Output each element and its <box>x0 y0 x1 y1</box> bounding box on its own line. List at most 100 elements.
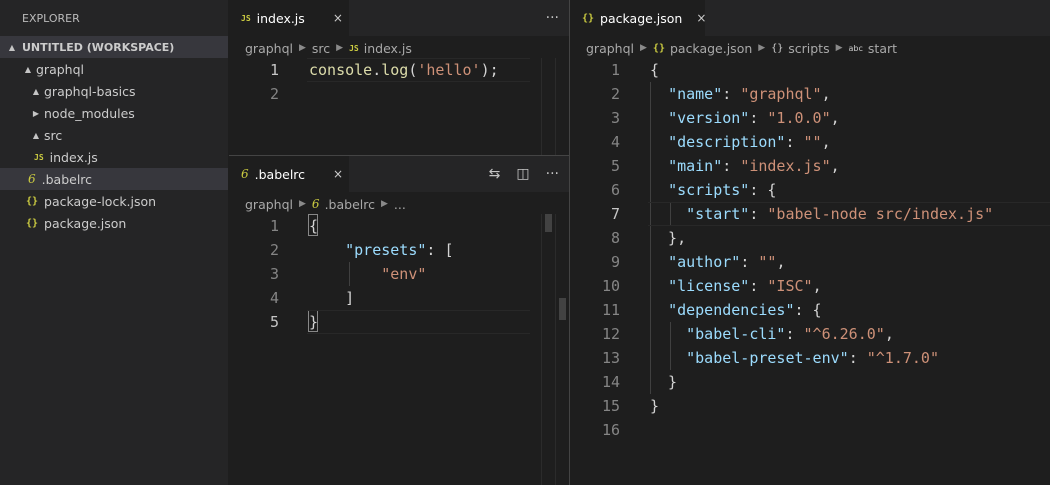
tree-item-node-modules[interactable]: ▶ node_modules <box>0 102 228 124</box>
breadcrumb-item[interactable]: graphql <box>245 41 293 56</box>
code-line[interactable]: 15} <box>570 394 1050 418</box>
code-editor[interactable]: 1 console.log('hello'); 2 <box>229 58 539 106</box>
js-file-icon: JS <box>349 43 359 53</box>
code-line[interactable]: 2 <box>229 82 539 106</box>
code-line[interactable]: 3 "env" <box>229 262 539 286</box>
breadcrumb-item[interactable]: .babelrc <box>325 197 375 212</box>
code-line[interactable]: 13 "babel-preset-env": "^1.7.0" <box>570 346 1050 370</box>
code-text: "scripts": { <box>650 178 776 202</box>
code-token: , <box>830 157 840 175</box>
split-editor-icon[interactable]: ◫ <box>516 166 529 182</box>
tree-item-label: package.json <box>44 215 127 231</box>
code-text: "author": "", <box>650 250 785 274</box>
code-line[interactable]: 11 "dependencies": { <box>570 298 1050 322</box>
code-token: "dependencies" <box>668 301 795 319</box>
chevron-down-icon: ▲ <box>32 130 40 140</box>
tab-babelrc[interactable]: 6 .babelrc × <box>229 156 349 192</box>
scrollbar-thumb[interactable] <box>545 214 552 232</box>
code-line[interactable]: 1 console.log('hello'); <box>229 58 539 82</box>
breadcrumb-item[interactable]: ... <box>394 197 406 212</box>
code-editor[interactable]: 1{2 "name": "graphql", 3 "version": "1.0.… <box>570 58 1050 442</box>
explorer-sidebar: EXPLORER ▲ UNTITLED (WORKSPACE) ▲ graphq… <box>0 0 228 485</box>
breadcrumb-item[interactable]: graphql <box>245 197 293 212</box>
code-text: "version": "1.0.0", <box>650 106 840 130</box>
code-editor[interactable]: 1{2 "presets": [3 "env" 4 ] 5} <box>229 214 539 334</box>
close-icon[interactable]: × <box>333 11 343 25</box>
tree-item-package-lock-json[interactable]: {} package-lock.json <box>0 190 228 212</box>
code-token: . <box>372 61 382 79</box>
code-line[interactable]: 4 "description": "", <box>570 130 1050 154</box>
line-number: 4 <box>269 289 279 307</box>
chevron-right-icon: ▶ <box>32 108 40 118</box>
code-token: : <box>722 85 741 103</box>
scrollbar[interactable] <box>541 214 555 485</box>
code-token: : <box>749 277 768 295</box>
tab-index-js[interactable]: JS index.js × <box>229 0 349 36</box>
line-number: 3 <box>610 109 620 127</box>
tree-item-graphql-basics[interactable]: ▲ graphql-basics <box>0 80 228 102</box>
tab-package-json[interactable]: {} package.json × <box>570 0 706 36</box>
code-line[interactable]: 2 "presets": [ <box>229 238 539 262</box>
code-line[interactable]: 10 "license": "ISC", <box>570 274 1050 298</box>
tree-item-label: node_modules <box>44 105 135 121</box>
scrollbar[interactable] <box>541 58 555 155</box>
workspace-header[interactable]: ▲ UNTITLED (WORKSPACE) <box>0 36 228 58</box>
code-line[interactable]: 5 "main": "index.js", <box>570 154 1050 178</box>
tree-item-src[interactable]: ▲ src <box>0 124 228 146</box>
code-line[interactable]: 14 } <box>570 370 1050 394</box>
code-token: "license" <box>668 277 750 295</box>
line-number: 2 <box>610 85 620 103</box>
code-line[interactable]: 16 <box>570 418 1050 442</box>
line-number: 8 <box>610 229 620 247</box>
breadcrumb-item[interactable]: start <box>868 41 897 56</box>
breadcrumb-item[interactable]: graphql <box>586 41 634 56</box>
tree-item-graphql[interactable]: ▲ graphql <box>0 58 228 80</box>
code-token: console <box>309 61 373 79</box>
more-actions-icon[interactable]: ··· <box>546 166 559 182</box>
close-icon[interactable]: × <box>696 11 706 25</box>
code-line[interactable]: 1{ <box>229 214 539 238</box>
close-icon[interactable]: × <box>333 167 343 181</box>
code-line[interactable]: 7 "start": "babel-node src/index.js" <box>570 202 1050 226</box>
code-token: "start" <box>686 205 750 223</box>
scrollbar-thumb[interactable] <box>559 298 566 320</box>
code-line[interactable]: 6 "scripts": { <box>570 178 1050 202</box>
code-line[interactable]: 5} <box>229 310 539 334</box>
chevron-right-icon: ▶ <box>299 199 306 209</box>
code-line[interactable]: 1{ <box>570 58 1050 82</box>
code-line[interactable]: 8 }, <box>570 226 1050 250</box>
code-token: "" <box>758 253 777 271</box>
code-text: "babel-preset-env": "^1.7.0" <box>650 346 939 370</box>
code-token: "version" <box>668 109 750 127</box>
line-number: 2 <box>269 85 279 103</box>
code-text: } <box>650 394 659 418</box>
breadcrumb-item[interactable]: package.json <box>670 41 752 56</box>
tab-actions: ⇆ ◫ ··· <box>489 156 559 192</box>
chevron-down-icon: ▲ <box>32 86 40 96</box>
code-text: "start": "babel-node src/index.js" <box>650 202 993 226</box>
code-line[interactable]: 2 "name": "graphql", <box>570 82 1050 106</box>
code-token: "presets" <box>345 241 427 259</box>
tree-item-babelrc[interactable]: 6 .babelrc <box>0 168 228 190</box>
code-token: , <box>830 109 840 127</box>
code-line[interactable]: 3 "version": "1.0.0", <box>570 106 1050 130</box>
tree-item-index-js[interactable]: JS index.js <box>0 146 228 168</box>
chevron-right-icon: ▶ <box>380 199 388 209</box>
tree-item-package-json[interactable]: {} package.json <box>0 212 228 234</box>
tab-label: package.json <box>600 10 683 26</box>
code-line[interactable]: 9 "author": "", <box>570 250 1050 274</box>
code-line[interactable]: 4 ] <box>229 286 539 310</box>
scrollbar[interactable] <box>555 214 569 485</box>
breadcrumb-item[interactable]: index.js <box>364 41 412 56</box>
code-token: ] <box>309 289 355 307</box>
breadcrumb-item[interactable]: scripts <box>788 41 829 56</box>
code-line[interactable]: 12 "babel-cli": "^6.26.0", <box>570 322 1050 346</box>
code-text: "license": "ISC", <box>650 274 822 298</box>
scrollbar[interactable] <box>555 58 569 155</box>
explorer-title: EXPLORER <box>22 12 80 25</box>
more-actions-icon[interactable]: ··· <box>546 10 559 26</box>
open-changes-icon[interactable]: ⇆ <box>489 166 501 182</box>
breadcrumb-item[interactable]: src <box>312 41 330 56</box>
